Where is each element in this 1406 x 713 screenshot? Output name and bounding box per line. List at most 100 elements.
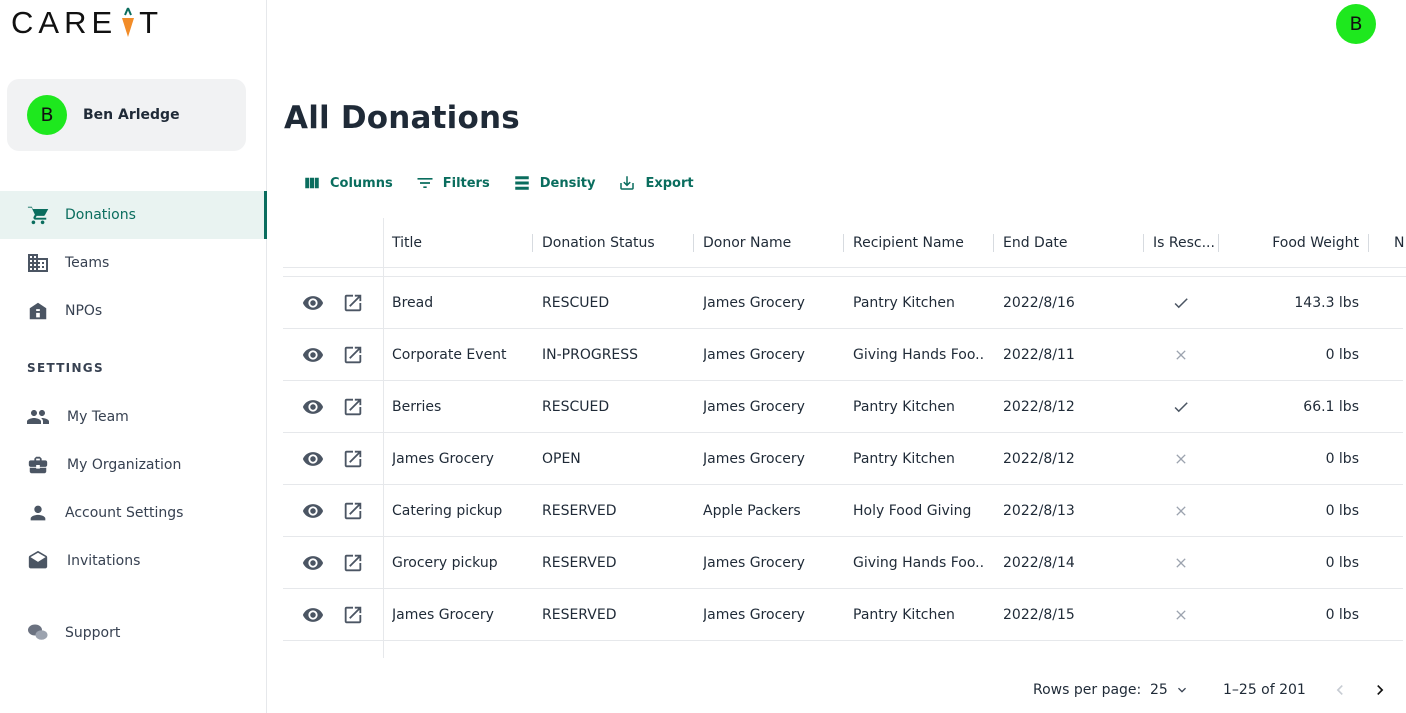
table-row[interactable]: Catering pickup RESERVED Apple Packers Holy…	[283, 485, 1403, 537]
table-row[interactable]: James Grocery OPEN James Grocery Pantry Kit…	[283, 433, 1403, 485]
previous-page-button[interactable]	[1330, 676, 1350, 704]
nav-item-support[interactable]: Support	[0, 609, 267, 657]
view-icon[interactable]	[301, 343, 325, 367]
cell-donor-name: James Grocery	[703, 607, 805, 623]
nav-label-support: Support	[65, 625, 121, 641]
open-external-icon[interactable]	[341, 343, 365, 367]
column-header-food-weight[interactable]: Food Weight	[1228, 218, 1369, 268]
cell-end-date: 2022/8/12	[1003, 399, 1075, 415]
nav-item-invitations[interactable]: Invitations	[0, 537, 267, 585]
column-header-end-date[interactable]: End Date	[1003, 218, 1144, 268]
column-header-donor-name[interactable]: Donor Name	[703, 218, 844, 268]
table-row[interactable]: Bread RESCUED James Grocery Pantry Kitchen 2…	[283, 277, 1403, 329]
people-icon	[26, 405, 50, 429]
cell-food-weight: 0 lbs	[1325, 607, 1359, 623]
cell-recipient-name: Giving Hands Foo...	[853, 555, 983, 571]
cross-icon	[1153, 589, 1209, 641]
columns-button[interactable]: Columns	[302, 171, 393, 195]
column-food-weight-label: Food Weight	[1272, 235, 1359, 251]
view-icon[interactable]	[301, 499, 325, 523]
open-external-icon[interactable]	[341, 395, 365, 419]
account-avatar-button[interactable]: B	[1336, 4, 1376, 44]
column-header-title[interactable]: Title	[392, 218, 533, 268]
rows-per-page-value: 25	[1150, 682, 1168, 698]
column-header-recipient-name[interactable]: Recipient Name	[853, 218, 994, 268]
filter-icon	[415, 173, 435, 193]
person-icon	[26, 501, 50, 525]
cell-recipient-name: Giving Hands Foo...	[853, 347, 983, 363]
building-icon	[26, 251, 50, 275]
open-external-icon[interactable]	[341, 499, 365, 523]
settings-heading: SETTINGS	[27, 361, 104, 375]
cell-title: James Grocery	[392, 451, 494, 467]
cell-food-weight: 66.1 lbs	[1303, 399, 1359, 415]
table-header: Title Donation Status Donor Name Recipie…	[283, 218, 1406, 268]
cell-donation-status: RESCUED	[542, 295, 610, 311]
cross-icon	[1153, 537, 1209, 589]
nav-item-my-team[interactable]: My Team	[0, 393, 267, 441]
export-button[interactable]: Export	[617, 171, 694, 195]
cross-icon	[1153, 485, 1209, 537]
cell-title: Catering pickup	[392, 503, 503, 519]
open-external-icon[interactable]	[341, 603, 365, 627]
view-icon[interactable]	[301, 551, 325, 575]
next-page-button[interactable]	[1370, 676, 1390, 704]
nav-item-account-settings[interactable]: Account Settings	[0, 489, 267, 537]
cell-recipient-name: Pantry Kitchen	[853, 607, 955, 623]
cell-end-date: 2022/8/15	[1003, 607, 1075, 623]
export-label: Export	[645, 175, 694, 191]
pagination-range: 1–25 of 201	[1223, 682, 1306, 698]
open-external-icon[interactable]	[341, 291, 365, 315]
cell-end-date: 2022/8/11	[1003, 347, 1075, 363]
density-label: Density	[539, 175, 596, 191]
cell-end-date: 2022/8/14	[1003, 555, 1075, 571]
view-icon[interactable]	[301, 395, 325, 419]
chat-icon	[26, 621, 50, 645]
open-external-icon[interactable]	[341, 551, 365, 575]
nav-item-donations[interactable]: Donations	[0, 191, 267, 239]
cell-donor-name: James Grocery	[703, 347, 805, 363]
nav-label-my-team: My Team	[67, 409, 129, 425]
table-row[interactable]: Corporate Event IN-PROGRESS James Grocery G…	[283, 329, 1403, 381]
actions-column-header	[283, 218, 383, 268]
rows-per-page-select[interactable]: 25	[1150, 676, 1190, 704]
column-donor-label: Donor Name	[703, 235, 792, 251]
cell-recipient-name: Pantry Kitchen	[853, 451, 955, 467]
cell-donation-status: OPEN	[542, 451, 581, 467]
view-icon[interactable]	[301, 291, 325, 315]
cell-recipient-name: Holy Food Giving	[853, 503, 972, 519]
sidebar: CARE T B Ben Arledge Donations Teams NPO…	[0, 0, 267, 713]
density-button[interactable]: Density	[512, 171, 596, 195]
user-card[interactable]: B Ben Arledge	[7, 79, 246, 151]
page-title: All Donations	[284, 100, 520, 136]
table-row[interactable]: Berries RESCUED James Grocery Pantry Kitche…	[283, 381, 1403, 433]
nav-label-invitations: Invitations	[67, 553, 141, 569]
view-icon[interactable]	[301, 447, 325, 471]
nav-item-teams[interactable]: Teams	[0, 239, 267, 287]
careit-logo[interactable]: CARE T	[11, 5, 163, 40]
cell-food-weight: 143.3 lbs	[1294, 295, 1359, 311]
view-icon[interactable]	[301, 603, 325, 627]
column-header-next[interactable]: N	[1394, 218, 1406, 268]
nav-item-npos[interactable]: NPOs	[0, 287, 267, 335]
cell-title: Bread	[392, 295, 434, 311]
nav-label-account-settings: Account Settings	[65, 505, 184, 521]
column-end-date-label: End Date	[1003, 235, 1068, 251]
cell-recipient-name: Pantry Kitchen	[853, 295, 955, 311]
nav-item-my-organization[interactable]: My Organization	[0, 441, 267, 489]
donations-table: Title Donation Status Donor Name Recipie…	[283, 218, 1406, 658]
filters-button[interactable]: Filters	[415, 171, 490, 195]
cell-end-date: 2022/8/13	[1003, 503, 1075, 519]
column-header-donation-status[interactable]: Donation Status	[542, 218, 694, 268]
cell-donation-status: RESCUED	[542, 399, 610, 415]
cell-title: Grocery pickup	[392, 555, 498, 571]
mail-icon	[26, 549, 50, 573]
nav-label-teams: Teams	[65, 255, 110, 271]
briefcase-icon	[26, 453, 50, 477]
user-name: Ben Arledge	[83, 107, 180, 123]
open-external-icon[interactable]	[341, 447, 365, 471]
table-row[interactable]: Grocery pickup RESERVED James Grocery Givin…	[283, 537, 1403, 589]
column-header-is-rescued[interactable]: Is Resc...	[1153, 218, 1219, 268]
table-row[interactable]: James Grocery RESERVED James Grocery Pantry…	[283, 589, 1403, 641]
cell-donor-name: James Grocery	[703, 555, 805, 571]
